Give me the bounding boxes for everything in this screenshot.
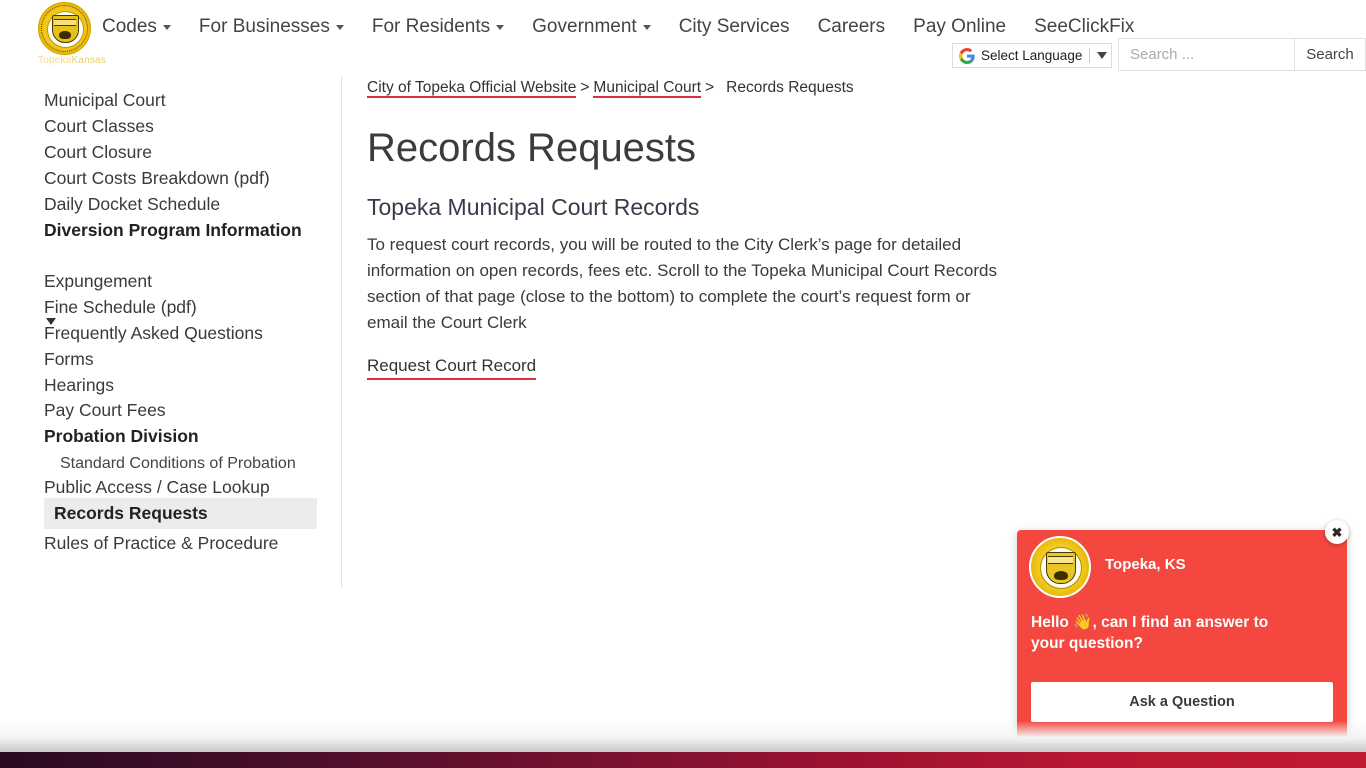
chat-message: Hello 👋, can I find an answer to your qu…	[1031, 614, 1269, 652]
sidebar-item-diversion-program[interactable]: Diversion Program Information	[44, 220, 302, 241]
breadcrumb-separator: >	[580, 79, 590, 96]
search-input[interactable]	[1118, 38, 1294, 71]
sidebar-item-records-requests[interactable]: Records Requests	[44, 498, 317, 529]
language-selector-label: Select Language	[981, 48, 1083, 63]
chat-seal-shield	[1046, 552, 1076, 584]
sidebar-navigation: Municipal Court Court Classes Court Clos…	[0, 78, 341, 588]
logo-subtext-state: Kansas	[71, 55, 107, 66]
chevron-down-icon	[335, 25, 344, 30]
seal-shield	[52, 15, 79, 43]
chevron-down-icon	[1097, 52, 1108, 59]
main-content: City of Topeka Official Website > Municipa…	[367, 78, 1027, 380]
sidebar-item-probation-division[interactable]: Probation Division	[44, 426, 199, 447]
chevron-down-icon	[642, 25, 651, 30]
sidebar-item-public-access[interactable]: Public Access / Case Lookup	[44, 477, 270, 498]
nav-item-for-businesses[interactable]: For Businesses	[185, 16, 358, 38]
sidebar-item-rules-of-practice[interactable]: Rules of Practice & Procedure	[44, 533, 278, 554]
chevron-down-icon	[162, 25, 171, 30]
sidebar-item-pay-court-fees[interactable]: Pay Court Fees	[44, 400, 166, 421]
site-header: TopekaKansas Codes For Businesses For Re…	[0, 0, 1366, 78]
logo-subtext: TopekaKansas	[38, 55, 106, 67]
page-title: Records Requests	[367, 126, 697, 170]
breadcrumb: City of Topeka Official Website > Municipa…	[367, 78, 1027, 98]
sidebar-item-standard-conditions[interactable]: Standard Conditions of Probation	[60, 453, 296, 474]
chat-close-button[interactable]: ✖	[1325, 520, 1349, 544]
nav-item-codes[interactable]: Codes	[88, 16, 185, 38]
nav-item-pay-online[interactable]: Pay Online	[899, 16, 1020, 38]
footer-accent-bar	[0, 752, 1366, 768]
language-selector[interactable]: Select Language	[952, 43, 1113, 68]
nav-label: City Services	[678, 16, 790, 37]
chevron-down-icon	[496, 25, 505, 30]
nav-item-seeclickfix[interactable]: SeeClickFix	[1020, 16, 1148, 38]
nav-label: Pay Online	[913, 16, 1007, 37]
sidebar-item-faq[interactable]: Frequently Asked Questions	[44, 323, 263, 344]
sidebar-item-fine-schedule[interactable]: Fine Schedule (pdf)	[44, 297, 197, 318]
nav-item-careers[interactable]: Careers	[804, 16, 900, 38]
body-paragraph: To request court records, you will be ro…	[367, 235, 997, 332]
search-button[interactable]: Search	[1294, 38, 1366, 71]
nav-item-for-residents[interactable]: For Residents	[358, 16, 518, 38]
divider	[1089, 48, 1091, 63]
city-seal-icon	[38, 2, 91, 55]
sidebar-item-forms[interactable]: Forms	[44, 349, 94, 370]
request-court-record-link[interactable]: Request Court Record	[367, 354, 537, 380]
breadcrumb-link-home[interactable]: City of Topeka Official Website	[367, 79, 577, 98]
chat-city-seal-icon	[1029, 536, 1091, 598]
breadcrumb-current: Records Requests	[726, 79, 854, 96]
footer-fade	[0, 700, 1366, 752]
nav-label: For Businesses	[198, 16, 330, 37]
sidebar-divider	[341, 76, 342, 588]
breadcrumb-link-municipal-court[interactable]: Municipal Court	[593, 79, 702, 98]
breadcrumb-separator: >	[705, 79, 715, 96]
sidebar-item-daily-docket-schedule[interactable]: Daily Docket Schedule	[44, 194, 220, 215]
sidebar-item-court-costs-breakdown[interactable]: Court Costs Breakdown (pdf)	[44, 168, 270, 189]
primary-navigation: Codes For Businesses For Residents Gover…	[88, 10, 1148, 44]
nav-label: Codes	[102, 16, 157, 37]
sidebar-item-expungement[interactable]: Expungement	[44, 271, 152, 292]
nav-label: SeeClickFix	[1034, 16, 1135, 37]
sidebar-item-court-classes[interactable]: Court Classes	[44, 116, 154, 137]
nav-label: Careers	[817, 16, 886, 37]
sidebar-item-hearings[interactable]: Hearings	[44, 375, 114, 396]
chat-title: Topeka, KS	[1105, 556, 1186, 573]
section-title: Topeka Municipal Court Records	[367, 194, 700, 220]
sidebar-item-municipal-court[interactable]: Municipal Court	[44, 90, 166, 111]
nav-label: Government	[532, 16, 637, 37]
nav-item-government[interactable]: Government	[518, 16, 665, 38]
google-g-icon	[959, 47, 975, 64]
nav-item-city-services[interactable]: City Services	[665, 16, 804, 38]
logo-subtext-city: Topeka	[38, 55, 72, 66]
nav-label: For Residents	[371, 16, 491, 37]
sidebar-item-court-closure[interactable]: Court Closure	[44, 142, 152, 163]
